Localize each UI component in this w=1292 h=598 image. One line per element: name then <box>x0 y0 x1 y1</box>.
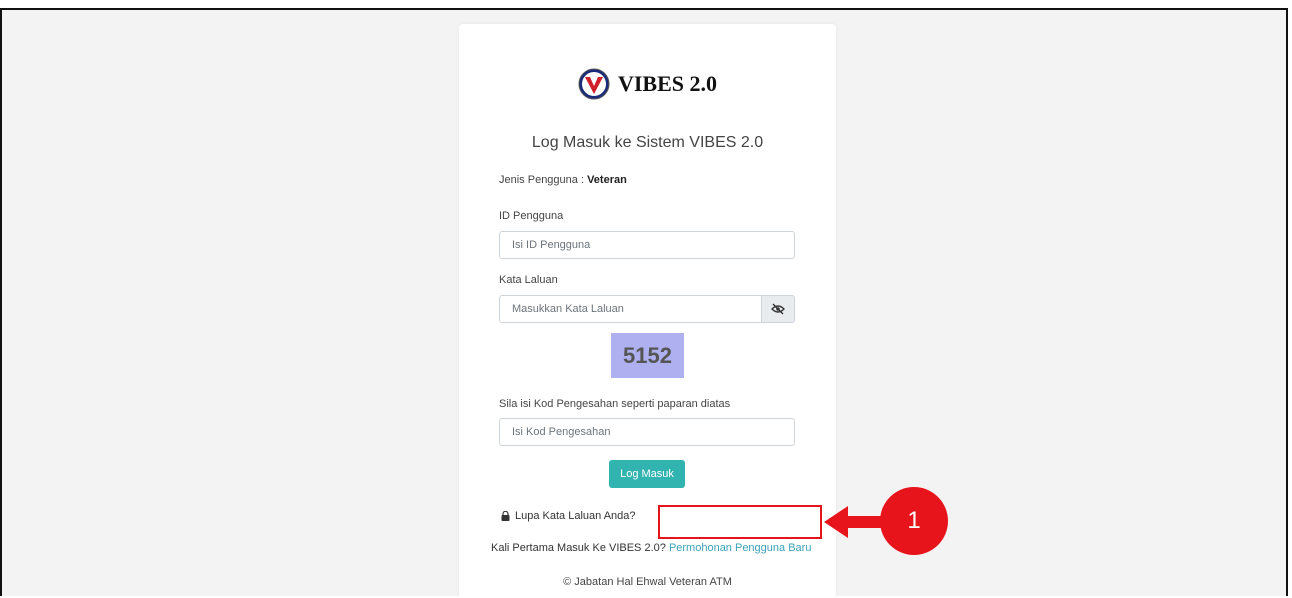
toggle-password-button[interactable] <box>761 295 795 323</box>
annotation-step-badge: 1 <box>880 487 948 555</box>
lock-icon <box>501 511 510 521</box>
captcha-input[interactable] <box>499 418 795 446</box>
captcha-image: 5152 <box>611 333 684 378</box>
user-type-value: Veteran <box>587 174 627 186</box>
login-button[interactable]: Log Masuk <box>609 460 685 488</box>
app-logo: VIBES 2.0 <box>459 68 836 100</box>
app-title: VIBES 2.0 <box>617 71 718 96</box>
user-id-input[interactable] <box>499 231 795 259</box>
login-title: Log Masuk ke Sistem VIBES 2.0 <box>531 134 764 151</box>
captcha-label: Sila isi Kod Pengesahan seperti paparan … <box>499 398 731 410</box>
vibes-logo-icon <box>578 68 610 100</box>
password-group <box>499 295 795 323</box>
annotation-arrow-icon <box>824 506 886 538</box>
footer-copyright: © Jabatan Hal Ehwal Veteran ATM <box>563 576 732 588</box>
forgot-password-link[interactable]: Lupa Kata Laluan Anda? <box>501 510 636 522</box>
user-id-label: ID Pengguna <box>499 210 564 222</box>
password-input[interactable] <box>499 295 762 323</box>
first-time-text: Kali Pertama Masuk Ke VIBES 2.0? <box>491 542 666 554</box>
forgot-password-label: Lupa Kata Laluan Anda? <box>515 510 636 522</box>
password-label: Kata Laluan <box>499 274 558 286</box>
first-time-row: Kali Pertama Masuk Ke VIBES 2.0? Permoho… <box>491 542 811 554</box>
register-link[interactable]: Permohonan Pengguna Baru <box>669 542 812 554</box>
user-type-label: Jenis Pengguna : <box>499 174 588 186</box>
eye-slash-icon <box>771 303 785 315</box>
user-type: Jenis Pengguna : Veteran <box>499 174 627 186</box>
annotation-highlight-box <box>658 505 822 539</box>
